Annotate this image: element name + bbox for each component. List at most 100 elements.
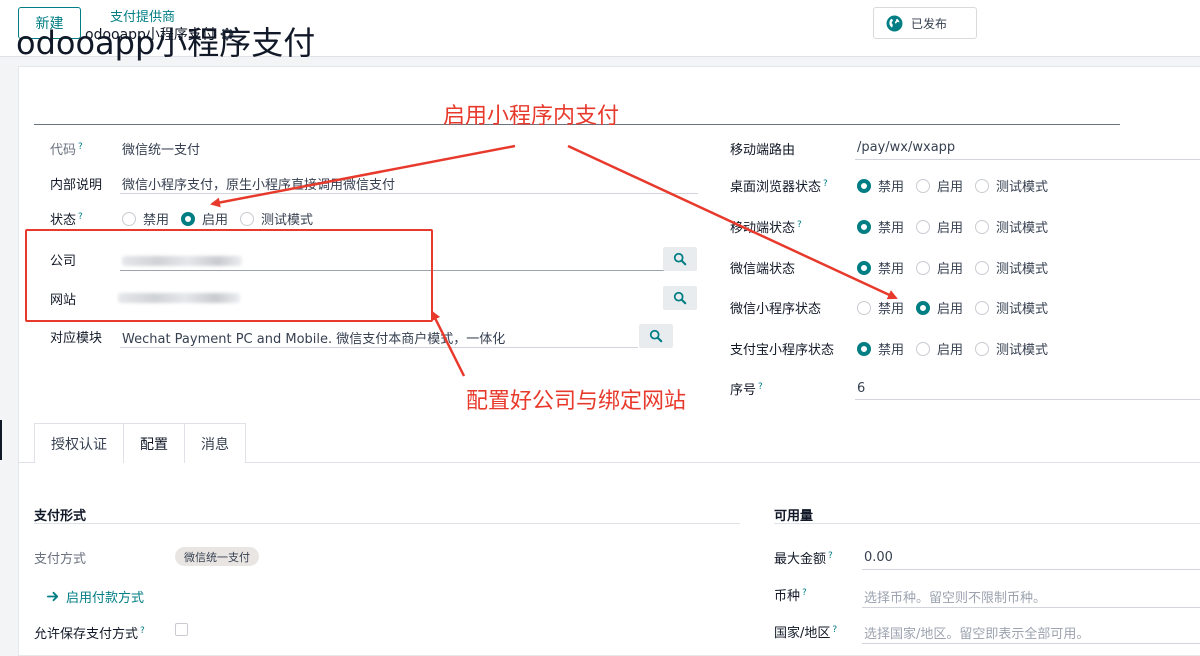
radio-icon [975, 219, 990, 234]
radio-label: 禁用 [143, 213, 170, 228]
radio-option-enabled[interactable]: 启用 [916, 298, 963, 317]
tab-messages[interactable]: 消息 [184, 423, 246, 463]
radio-label: 测试模式 [261, 213, 314, 228]
module-label: 对应模块 [50, 331, 103, 346]
website-search-button[interactable] [663, 286, 697, 310]
state-radio-group: 禁用 启用 测试模式 [122, 209, 325, 228]
currency-label: 币种? [774, 588, 807, 604]
sequence-label: 序号? [730, 382, 763, 398]
mobile-state-label: 移动端状态? [730, 220, 802, 236]
availability-section-line [774, 523, 1200, 524]
wechat-state-label: 微信端状态 [730, 262, 796, 277]
radio-option-disabled[interactable]: 禁用 [857, 339, 904, 358]
radio-icon [181, 211, 196, 226]
module-input-line [120, 347, 638, 348]
tab-authorization[interactable]: 授权认证 [34, 423, 124, 463]
radio-option-disabled[interactable]: 禁用 [857, 176, 904, 195]
globe-icon [886, 15, 903, 31]
sidebar-edge [0, 420, 2, 460]
radio-label: 测试模式 [996, 221, 1049, 236]
radio-option-disabled[interactable]: 禁用 [857, 258, 904, 277]
radio-icon [916, 178, 931, 193]
state-option-test[interactable]: 测试模式 [240, 209, 313, 228]
annotation-top-text: 启用小程序内支付 [443, 104, 620, 129]
radio-label: 测试模式 [996, 262, 1049, 277]
radio-label: 禁用 [878, 180, 905, 195]
company-search-button[interactable] [663, 247, 697, 271]
annotation-highlight-box [25, 229, 433, 322]
state-option-enabled[interactable]: 启用 [181, 209, 228, 228]
arrow-right-icon [47, 591, 59, 602]
radio-option-test[interactable]: 测试模式 [975, 258, 1048, 277]
state-label: 状态? [50, 212, 83, 228]
radio-label: 启用 [202, 213, 229, 228]
payment-form-section-line [34, 523, 740, 524]
wechat-miniapp-state-radio-group: 禁用 启用 测试模式 [857, 298, 1060, 317]
currency-line [862, 607, 1200, 608]
search-icon [673, 252, 687, 266]
radio-option-test[interactable]: 测试模式 [975, 298, 1048, 317]
radio-option-disabled[interactable]: 禁用 [857, 217, 904, 236]
payment-method-label: 支付方式 [34, 552, 87, 567]
internal-note-label: 内部说明 [50, 178, 103, 193]
radio-label: 启用 [937, 302, 964, 317]
radio-option-test[interactable]: 测试模式 [975, 176, 1048, 195]
radio-icon [916, 300, 931, 315]
module-search-button[interactable] [639, 324, 673, 348]
internal-note-input[interactable]: 微信小程序支付，原生小程序直接调用微信支付 [122, 174, 395, 193]
published-button[interactable]: 已发布 [873, 7, 977, 39]
enable-payment-methods-link[interactable]: 启用付款方式 [47, 587, 144, 606]
record-title[interactable]: odooapp小程序支付 [16, 18, 315, 64]
state-option-disabled[interactable]: 禁用 [122, 209, 169, 228]
desktop-state-label: 桌面浏览器状态? [730, 179, 828, 195]
radio-option-enabled[interactable]: 启用 [916, 176, 963, 195]
radio-label: 禁用 [878, 343, 905, 358]
radio-icon [916, 260, 931, 275]
module-input[interactable]: Wechat Payment PC and Mobile. 微信支付本商户模式，… [122, 328, 505, 347]
currency-input[interactable]: 选择币种。留空则不限制币种。 [864, 587, 1046, 606]
mobile-route-label: 移动端路由 [730, 143, 796, 158]
sequence-line [855, 399, 1200, 400]
mobile-route-input[interactable]: /pay/wx/wxapp [857, 140, 955, 155]
tab-configuration[interactable]: 配置 [123, 423, 185, 463]
radio-label: 启用 [937, 343, 964, 358]
radio-icon [916, 341, 931, 356]
radio-label: 测试模式 [996, 343, 1049, 358]
max-amount-input[interactable]: 0.00 [864, 550, 893, 565]
payment-method-badge[interactable]: 微信统一支付 [175, 547, 259, 566]
radio-icon [857, 178, 871, 193]
radio-icon [857, 219, 871, 234]
sequence-input[interactable]: 6 [857, 381, 865, 396]
radio-icon [975, 178, 990, 193]
radio-label: 启用 [937, 221, 964, 236]
code-label: 代码? [50, 142, 83, 158]
radio-option-enabled[interactable]: 启用 [916, 217, 963, 236]
radio-label: 启用 [937, 262, 964, 277]
radio-option-disabled[interactable]: 禁用 [857, 298, 904, 317]
allow-save-checkbox[interactable] [175, 623, 188, 636]
radio-label: 禁用 [878, 302, 905, 317]
radio-option-test[interactable]: 测试模式 [975, 217, 1048, 236]
radio-option-enabled[interactable]: 启用 [916, 339, 963, 358]
radio-icon [857, 341, 871, 356]
availability-section-title: 可用量 [774, 509, 814, 524]
wechat-state-radio-group: 禁用 启用 测试模式 [857, 258, 1060, 277]
radio-label: 禁用 [878, 262, 905, 277]
radio-label: 测试模式 [996, 180, 1049, 195]
radio-option-test[interactable]: 测试模式 [975, 339, 1048, 358]
radio-label: 测试模式 [996, 302, 1049, 317]
radio-label: 禁用 [878, 221, 905, 236]
radio-icon [975, 260, 990, 275]
wechat-miniapp-state-label: 微信小程序状态 [730, 302, 822, 317]
radio-icon [975, 300, 990, 315]
payment-form-section-title: 支付形式 [34, 509, 87, 524]
search-icon [673, 291, 687, 305]
radio-label: 启用 [937, 180, 964, 195]
code-value: 微信统一支付 [122, 143, 201, 158]
country-line [862, 643, 1200, 644]
radio-icon [122, 211, 136, 226]
alipay-miniapp-state-label: 支付宝小程序状态 [730, 343, 835, 358]
published-label: 已发布 [911, 16, 948, 31]
radio-option-enabled[interactable]: 启用 [916, 258, 963, 277]
country-input[interactable]: 选择国家/地区。留空即表示全部可用。 [864, 623, 1089, 642]
